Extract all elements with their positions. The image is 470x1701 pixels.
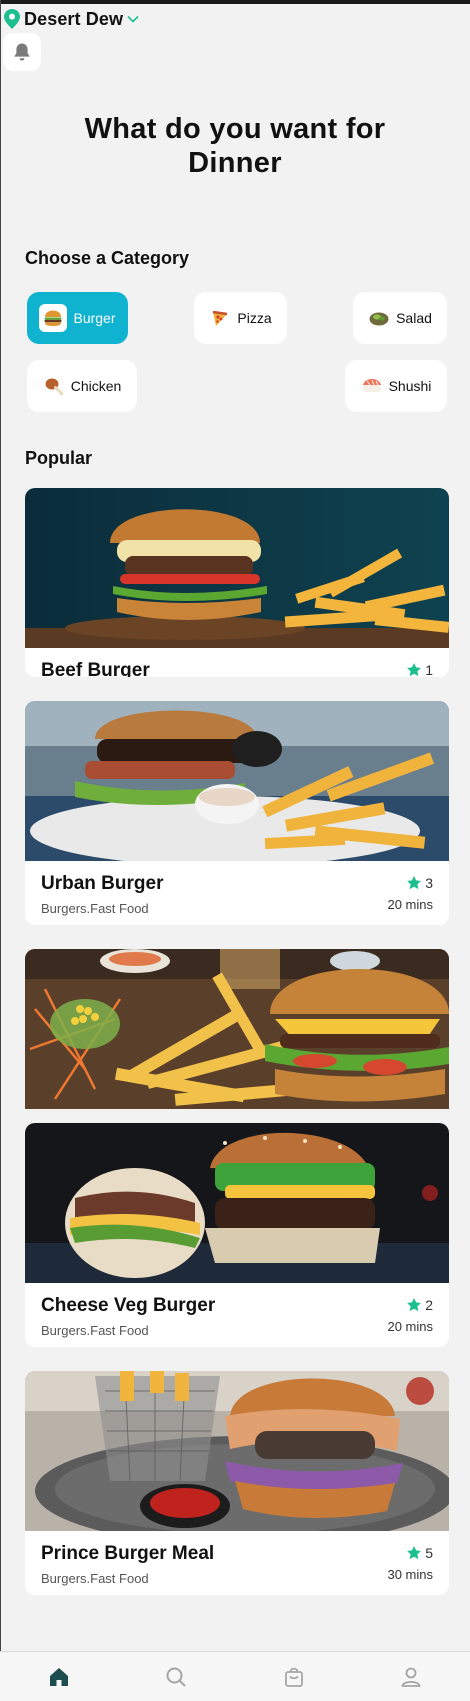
food-category: Burgers.Fast Food: [41, 901, 149, 916]
food-meta: 5 30 mins: [387, 1545, 433, 1582]
food-info: Beef Burger 1: [25, 648, 449, 677]
rating-value: 3: [425, 875, 433, 891]
food-meta: 1: [406, 662, 433, 677]
food-meta: 2 20 mins: [387, 1297, 433, 1334]
category-sushi-label: Shushi: [388, 378, 432, 394]
salad-icon: [368, 307, 390, 329]
food-rating: 3: [387, 875, 433, 891]
chevron-down-icon: [127, 15, 139, 23]
category-salad[interactable]: Salad: [353, 292, 447, 344]
food-image: [25, 1371, 449, 1531]
food-card-urban-burger[interactable]: Urban Burger Burgers.Fast Food 3 20 mins: [25, 701, 449, 925]
page-title-line-2: Dinner: [188, 147, 282, 179]
bell-icon: [14, 43, 30, 61]
category-salad-label: Salad: [396, 310, 432, 326]
bottom-nav: [0, 1651, 470, 1701]
food-image-burger-salad[interactable]: [25, 949, 449, 1109]
window-edge: [0, 0, 1, 1701]
rating-value: 2: [425, 1297, 433, 1313]
food-category: Burgers.Fast Food: [41, 1571, 149, 1586]
burger-icon: [39, 304, 68, 332]
category-sushi[interactable]: Shushi: [345, 360, 447, 412]
star-icon: [407, 876, 422, 890]
location-selector[interactable]: Desert Dew: [4, 8, 140, 30]
food-meta: 3 20 mins: [387, 875, 433, 912]
category-burger-label: Burger: [73, 310, 116, 326]
sushi-icon: [361, 375, 383, 397]
chicken-icon: [43, 375, 65, 397]
page-title: What do you want for Dinner: [0, 112, 470, 180]
category-chicken-label: Chicken: [70, 378, 122, 394]
food-card-beef-burger[interactable]: Beef Burger 1: [25, 488, 449, 677]
food-info: Prince Burger Meal Burgers.Fast Food 5 3…: [25, 1531, 449, 1595]
page-title-line-1: What do you want for: [84, 113, 386, 145]
food-name: Cheese Veg Burger: [41, 1295, 216, 1316]
food-info: Cheese Veg Burger Burgers.Fast Food 2 20…: [25, 1283, 449, 1347]
profile-icon: [401, 1667, 421, 1687]
category-chicken[interactable]: Chicken: [27, 360, 137, 412]
location-pin-icon: [4, 9, 20, 29]
pizza-icon: [209, 307, 231, 329]
rating-value: 5: [425, 1545, 433, 1561]
food-image: [25, 1123, 449, 1283]
delivery-time: 20 mins: [387, 897, 433, 912]
category-pizza[interactable]: Pizza: [194, 292, 287, 344]
status-bar: [0, 0, 470, 4]
category-pizza-label: Pizza: [237, 310, 272, 326]
popular-heading: Popular: [25, 448, 93, 468]
nav-home[interactable]: [0, 1652, 118, 1701]
food-image: [25, 701, 449, 861]
star-icon: [407, 663, 422, 677]
star-icon: [407, 1298, 422, 1312]
food-rating: 5: [387, 1545, 433, 1561]
food-card-cheese-veg-burger[interactable]: Cheese Veg Burger Burgers.Fast Food 2 20…: [25, 1123, 449, 1347]
nav-search[interactable]: [118, 1652, 236, 1701]
delivery-time: 20 mins: [387, 1319, 433, 1334]
location-name: Desert Dew: [24, 8, 124, 29]
food-rating: 1: [406, 662, 433, 677]
nav-profile[interactable]: [353, 1652, 470, 1701]
food-category: Burgers.Fast Food: [41, 1323, 149, 1338]
food-image: [25, 488, 449, 648]
food-card-prince-burger-meal[interactable]: Prince Burger Meal Burgers.Fast Food 5 3…: [25, 1371, 449, 1595]
food-info: Urban Burger Burgers.Fast Food 3 20 mins: [25, 861, 449, 925]
delivery-time: 30 mins: [387, 1567, 433, 1582]
bag-icon: [284, 1667, 303, 1687]
food-rating: 2: [387, 1297, 433, 1313]
notification-button[interactable]: [3, 33, 41, 71]
food-name: Prince Burger Meal: [41, 1543, 215, 1564]
home-icon: [49, 1667, 68, 1686]
food-name: Beef Burger: [41, 660, 150, 677]
search-icon: [166, 1667, 186, 1687]
category-heading: Choose a Category: [25, 248, 190, 268]
food-name: Urban Burger: [41, 873, 164, 894]
nav-bag[interactable]: [235, 1652, 353, 1701]
star-icon: [407, 1546, 422, 1560]
rating-value: 1: [425, 662, 433, 677]
category-burger[interactable]: Burger: [27, 292, 128, 344]
